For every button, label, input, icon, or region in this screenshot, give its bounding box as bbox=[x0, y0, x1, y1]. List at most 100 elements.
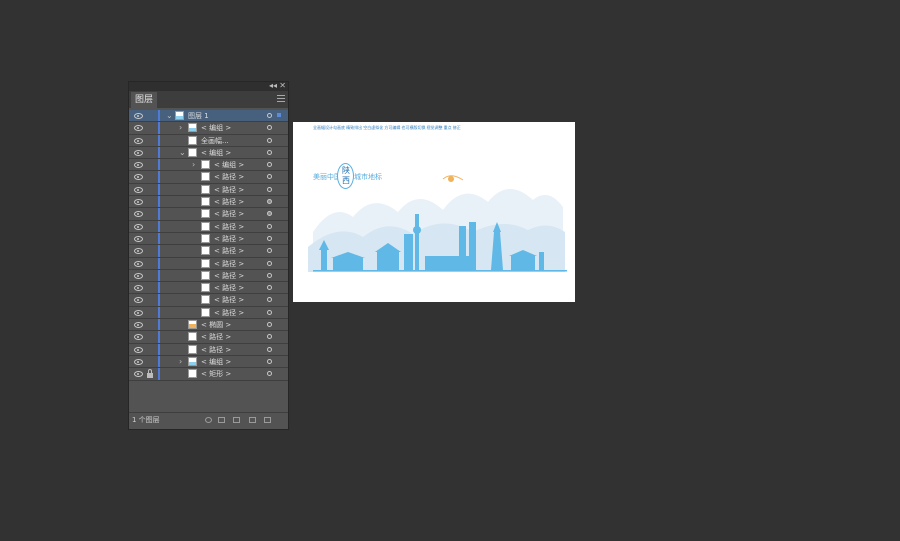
visibility-eye-icon[interactable] bbox=[133, 173, 143, 181]
layer-row[interactable]: < 路径 > bbox=[129, 282, 288, 295]
lock-toggle[interactable] bbox=[146, 136, 154, 145]
visibility-eye-icon[interactable] bbox=[133, 321, 143, 329]
layer-name[interactable]: 图层 1 bbox=[188, 110, 209, 122]
layer-name[interactable]: < 路径 > bbox=[214, 270, 244, 282]
layer-name[interactable]: < 路径 > bbox=[214, 233, 244, 245]
lock-toggle[interactable] bbox=[146, 283, 154, 292]
layer-name[interactable]: < 路径 > bbox=[214, 245, 244, 257]
layer-name[interactable]: < 编组 > bbox=[201, 147, 231, 159]
target-circle-icon[interactable] bbox=[267, 113, 272, 118]
layer-name[interactable]: < 编组 > bbox=[201, 122, 231, 134]
visibility-eye-icon[interactable] bbox=[133, 149, 143, 157]
target-circle-icon[interactable] bbox=[267, 309, 272, 315]
layer-row[interactable]: < 路径 > bbox=[129, 294, 288, 307]
make-clipping-mask-icon[interactable] bbox=[218, 417, 225, 423]
new-layer-icon[interactable] bbox=[249, 417, 256, 423]
layer-name[interactable]: < 路径 > bbox=[214, 184, 244, 196]
layer-row[interactable]: ⌄ < 编组 > bbox=[129, 146, 288, 160]
layer-row[interactable]: 全画幅... bbox=[129, 134, 288, 147]
visibility-eye-icon[interactable] bbox=[133, 186, 143, 194]
layer-name[interactable]: < 路径 > bbox=[214, 171, 244, 183]
lock-toggle[interactable] bbox=[146, 148, 154, 157]
search-icon[interactable] bbox=[205, 417, 212, 423]
layer-name[interactable]: < 路径 > bbox=[201, 331, 231, 343]
delete-icon[interactable] bbox=[264, 417, 271, 423]
layer-name[interactable]: < 路径 > bbox=[214, 307, 244, 319]
visibility-eye-icon[interactable] bbox=[133, 272, 143, 280]
visibility-eye-icon[interactable] bbox=[133, 235, 143, 243]
layer-row[interactable]: < 路径 > bbox=[129, 171, 288, 184]
layer-name[interactable]: < 编组 > bbox=[201, 356, 231, 368]
panel-menu-icon[interactable] bbox=[277, 95, 285, 103]
layer-row[interactable]: < 路径 > bbox=[129, 269, 288, 283]
layer-row[interactable]: › < 编组 > bbox=[129, 355, 288, 369]
layer-row[interactable]: < 路径 > bbox=[129, 208, 288, 221]
layer-name[interactable]: < 路径 > bbox=[214, 258, 244, 270]
layer-name[interactable]: < 路径 > bbox=[214, 208, 244, 220]
layer-name[interactable]: < 路径 > bbox=[214, 221, 244, 233]
visibility-eye-icon[interactable] bbox=[133, 296, 143, 304]
expand-chevron-down-icon[interactable]: ⌄ bbox=[179, 147, 186, 159]
layer-row[interactable]: < 路径 > bbox=[129, 257, 288, 270]
visibility-eye-icon[interactable] bbox=[133, 284, 143, 292]
visibility-eye-icon[interactable] bbox=[133, 260, 143, 268]
artboard[interactable]: 全画幅设计勾画底 精致排出 空白虚拟化 方可编辑 也可横版切换 视觉调整 重点 … bbox=[293, 122, 575, 302]
visibility-eye-icon[interactable] bbox=[133, 223, 143, 231]
layer-name[interactable]: < 编组 > bbox=[214, 159, 244, 171]
target-circle-icon[interactable] bbox=[267, 322, 272, 328]
visibility-eye-icon[interactable] bbox=[133, 198, 143, 206]
layer-row[interactable]: < 路径 > bbox=[129, 331, 288, 344]
lock-toggle[interactable] bbox=[146, 209, 154, 218]
layer-name[interactable]: < 路径 > bbox=[214, 294, 244, 306]
lock-toggle[interactable] bbox=[146, 357, 154, 366]
target-circle-icon[interactable] bbox=[267, 199, 272, 205]
target-circle-icon[interactable] bbox=[267, 125, 272, 131]
visibility-eye-icon[interactable] bbox=[133, 210, 143, 218]
target-circle-icon[interactable] bbox=[267, 174, 272, 180]
visibility-eye-icon[interactable] bbox=[133, 161, 143, 169]
layer-name[interactable]: 全画幅... bbox=[201, 135, 229, 147]
layer-row[interactable]: < 路径 > bbox=[129, 245, 288, 258]
lock-toggle[interactable] bbox=[146, 172, 154, 181]
lock-toggle[interactable] bbox=[146, 259, 154, 268]
visibility-eye-icon[interactable] bbox=[133, 112, 143, 120]
expand-chevron-right-icon[interactable]: › bbox=[192, 159, 195, 171]
target-circle-icon[interactable] bbox=[267, 162, 272, 168]
expand-chevron-right-icon[interactable]: › bbox=[179, 356, 182, 368]
layer-row[interactable]: < 路径 > bbox=[129, 196, 288, 209]
lock-toggle[interactable] bbox=[146, 345, 154, 354]
lock-toggle[interactable] bbox=[146, 234, 154, 243]
new-sublayer-icon[interactable] bbox=[233, 417, 240, 423]
layer-name[interactable]: < 椭圆 > bbox=[201, 319, 231, 331]
layer-name[interactable]: < 矩形 > bbox=[201, 368, 231, 380]
lock-toggle[interactable] bbox=[146, 320, 154, 329]
target-circle-icon[interactable] bbox=[267, 223, 272, 229]
layer-row[interactable]: < 路径 > bbox=[129, 343, 288, 356]
lock-toggle[interactable] bbox=[146, 271, 154, 280]
visibility-eye-icon[interactable] bbox=[133, 370, 143, 378]
target-circle-icon[interactable] bbox=[267, 272, 272, 278]
layer-row[interactable]: < 矩形 > bbox=[129, 368, 288, 381]
lock-toggle[interactable] bbox=[146, 197, 154, 206]
layer-name[interactable]: < 路径 > bbox=[201, 344, 231, 356]
target-circle-icon[interactable] bbox=[267, 346, 272, 352]
expand-chevron-right-icon[interactable]: › bbox=[179, 122, 182, 134]
target-circle-icon[interactable] bbox=[267, 248, 272, 254]
layer-name[interactable]: < 路径 > bbox=[214, 196, 244, 208]
layer-row[interactable]: < 路径 > bbox=[129, 183, 288, 197]
visibility-eye-icon[interactable] bbox=[133, 137, 143, 145]
target-circle-icon[interactable] bbox=[267, 358, 272, 364]
visibility-eye-icon[interactable] bbox=[133, 247, 143, 255]
visibility-eye-icon[interactable] bbox=[133, 346, 143, 354]
layer-name[interactable]: < 路径 > bbox=[214, 282, 244, 294]
lock-toggle[interactable] bbox=[146, 332, 154, 341]
lock-toggle[interactable] bbox=[146, 123, 154, 132]
visibility-eye-icon[interactable] bbox=[133, 358, 143, 366]
lock-toggle[interactable] bbox=[146, 185, 154, 194]
layer-row[interactable]: › < 编组 > bbox=[129, 122, 288, 135]
layer-row[interactable]: › < 编组 > bbox=[129, 159, 288, 172]
layer-row[interactable]: < 路径 > bbox=[129, 232, 288, 246]
lock-icon[interactable] bbox=[146, 369, 154, 379]
target-circle-icon[interactable] bbox=[267, 371, 272, 377]
target-circle-icon[interactable] bbox=[267, 285, 272, 291]
